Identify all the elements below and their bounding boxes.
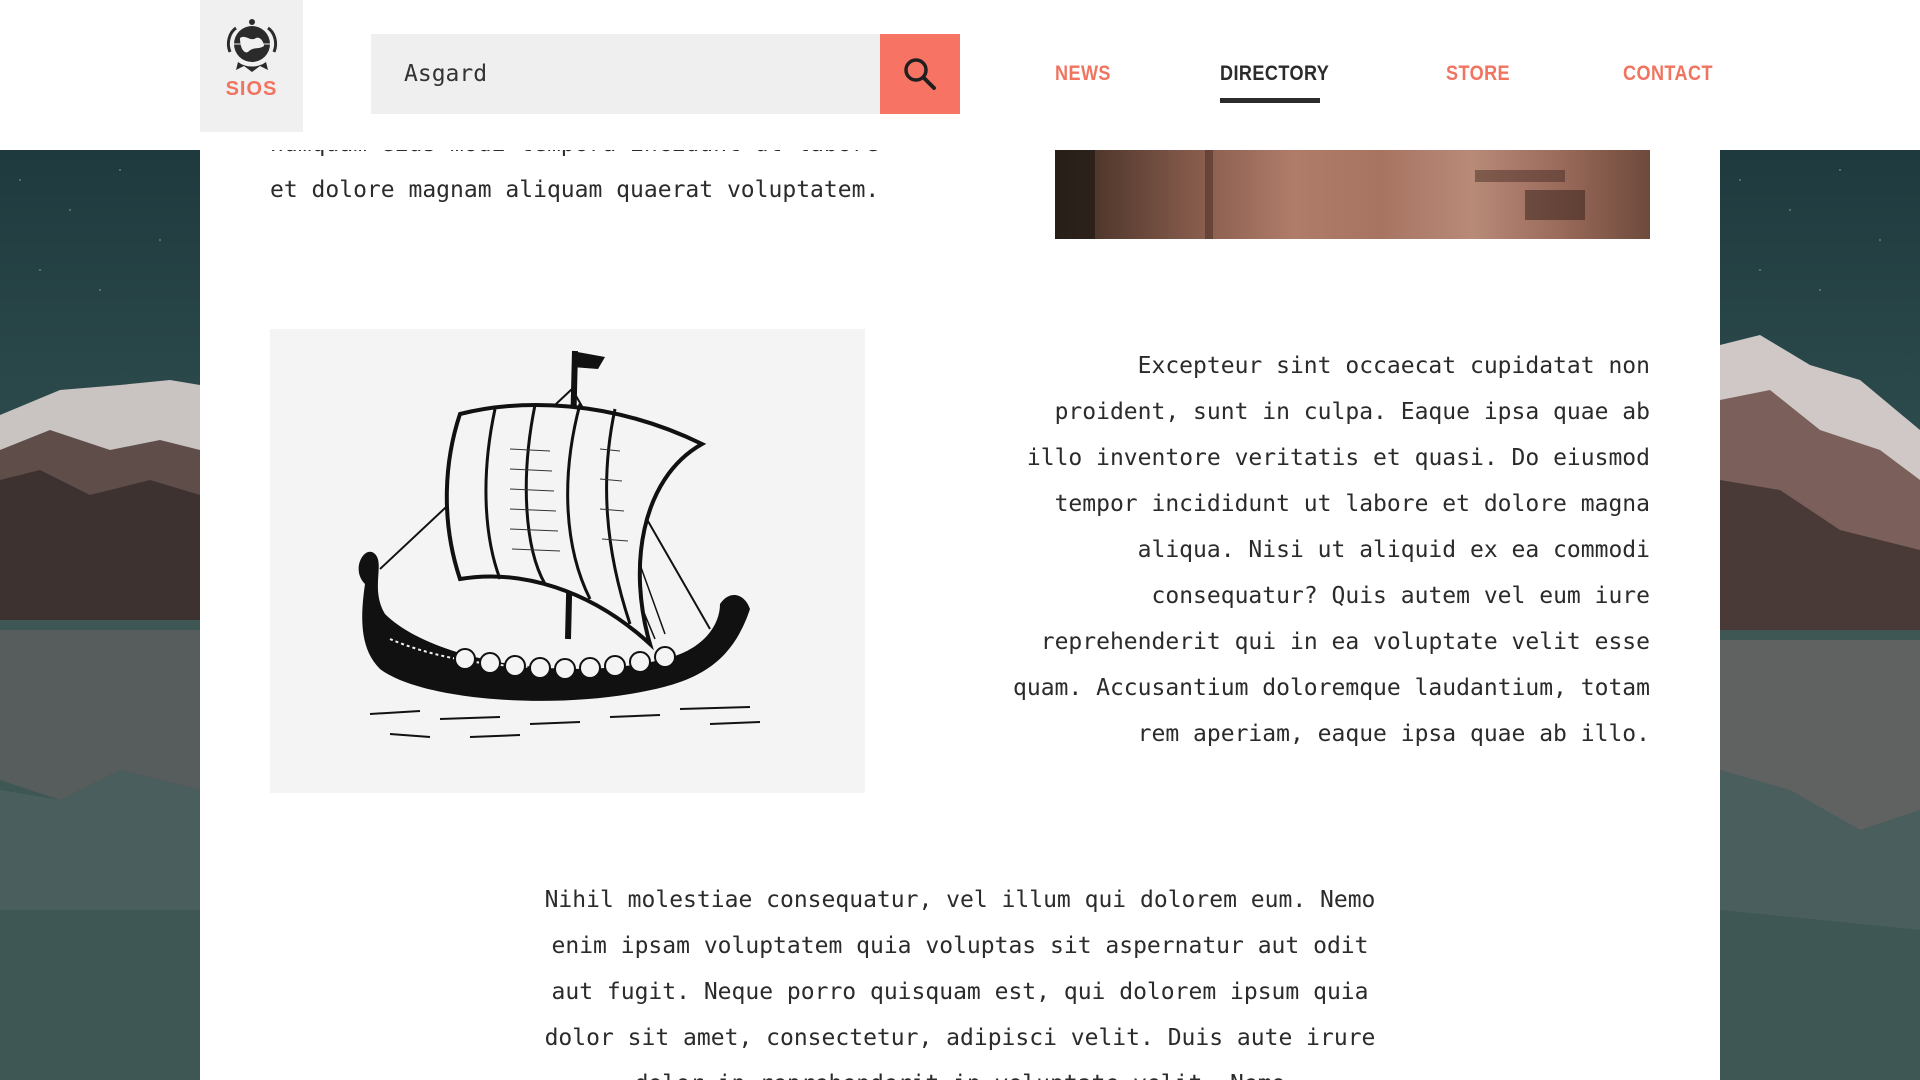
right-paragraph-line: tempor incididunt ut labore et dolore ma… [1054,491,1650,517]
viking-ship-illustration [270,329,865,793]
active-nav-indicator [1220,98,1320,103]
bottom-paragraph-line: Nihil molestiae consequatur, vel illum q… [544,887,1376,913]
bottom-paragraph-line: dolor sit amet, consectetur, adipisci ve… [544,1025,1376,1051]
nav-item-store[interactable]: STORE [1446,62,1510,86]
bottom-paragraph-line: enim ipsam voluptatem quia voluptas sit … [551,933,1369,959]
bottom-paragraph: Nihil molestiae consequatur, vel illum q… [200,877,1720,1080]
right-paragraph: Excepteur sint occaecat cupidatat non pr… [1013,343,1650,757]
right-paragraph-line: reprehenderit qui in ea voluptate velit … [1040,629,1650,655]
background-landscape-left [0,150,200,1080]
nav-item-contact[interactable]: CONTACT [1623,62,1713,86]
right-paragraph-line: aliqua. Nisi ut aliquid ex ea commodi [1137,537,1650,563]
main-nav: NEWS DIRECTORY STORE CONTACT [0,62,1920,106]
right-paragraph-line: Excepteur sint occaecat cupidatat non [1137,353,1650,379]
right-paragraph-line: proident, sunt in culpa. Eaque ipsa quae… [1054,399,1650,425]
site-header: SIOS NEWS DIRECTORY STORE CONTACT [0,0,1920,150]
right-paragraph-line: illo inventore veritatis et quasi. Do ei… [1026,445,1650,471]
right-paragraph-line: quam. Accusantium doloremque laudantium,… [1013,675,1650,701]
background-landscape-right [1720,150,1920,1080]
right-paragraph-line: consequatur? Quis autem vel eum iure [1151,583,1651,609]
nav-item-news[interactable]: NEWS [1055,62,1111,86]
intro-line: et dolore magnam aliquam quaerat volupta… [270,177,880,203]
bottom-paragraph-line: aut fugit. Neque porro quisquam est, qui… [551,979,1369,1005]
content-column: numquam eius modi tempora incidunt ut la… [200,0,1720,1080]
viking-ship-icon [358,350,761,738]
right-paragraph-line: rem aperiam, eaque ipsa quae ab illo. [1137,721,1650,747]
nav-item-directory[interactable]: DIRECTORY [1220,62,1329,86]
bottom-paragraph-line: dolor in reprehenderit in voluptate veli… [200,1061,1720,1080]
